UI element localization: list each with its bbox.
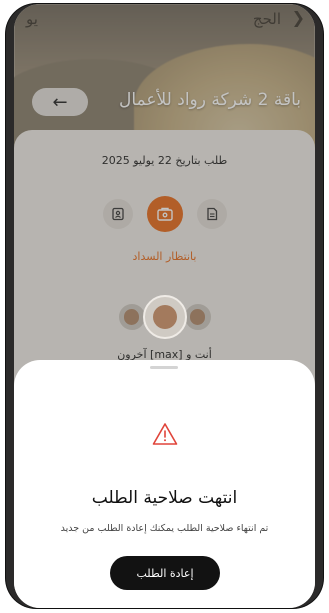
warning-icon — [152, 423, 178, 445]
sheet-title: انتهت صلاحية الطلب — [91, 488, 238, 508]
sheet-message: تم انتهاء صلاحية الطلب يمكنك إعادة الطلب… — [60, 523, 269, 534]
sheet-drag-handle[interactable] — [150, 366, 178, 369]
renew-request-button[interactable]: إعادة الطلب — [110, 556, 220, 590]
renew-request-label: إعادة الطلب — [136, 566, 194, 580]
avatar — [142, 295, 187, 339]
expired-bottom-sheet: انتهت صلاحية الطلب تم انتهاء صلاحية الطل… — [14, 360, 315, 608]
app-screen: ﯾﻮ الحج ❯ ← باقة 2 شركة رواد للأعمال طلب… — [14, 4, 315, 608]
phone-frame: ﯾﻮ الحج ❯ ← باقة 2 شركة رواد للأعمال طلب… — [6, 4, 323, 608]
